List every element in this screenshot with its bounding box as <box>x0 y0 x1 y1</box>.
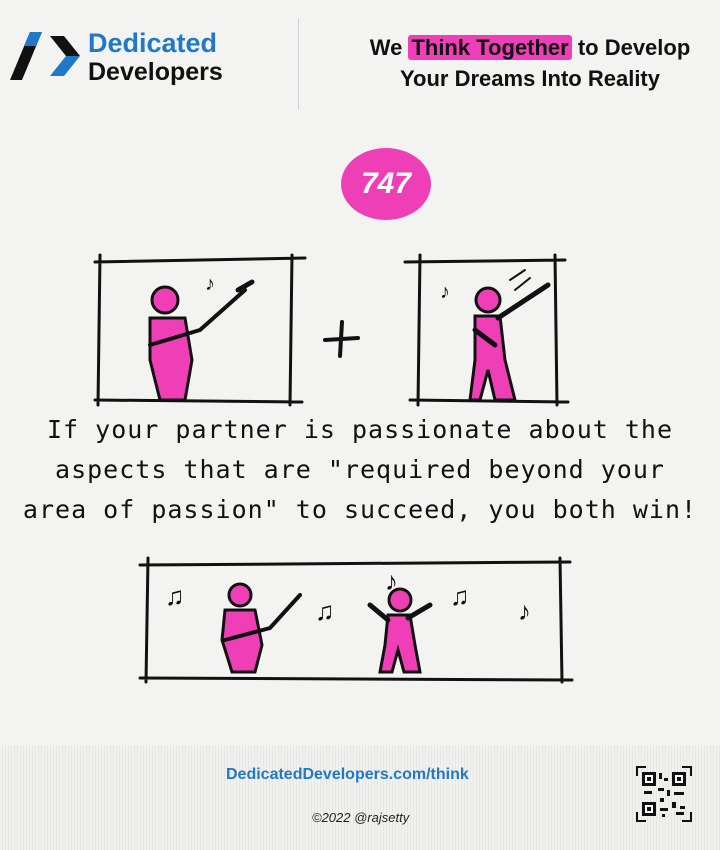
qr-code-icon[interactable] <box>636 766 692 822</box>
panel-together-frame <box>138 556 574 684</box>
dancer-figure-icon: ♪ <box>440 269 551 402</box>
quote-text: If your partner is passionate about the … <box>22 415 698 524</box>
website-link[interactable]: DedicatedDevelopers.com/think <box>226 766 469 784</box>
svg-text:♪: ♪ <box>385 566 398 596</box>
svg-text:♫: ♫ <box>450 581 470 611</box>
svg-text:♪: ♪ <box>205 273 215 295</box>
svg-text:♪: ♪ <box>440 281 450 303</box>
svg-text:♪: ♪ <box>518 596 531 626</box>
copyright-text: ©2022 @rajsetty <box>312 810 410 825</box>
plus-sign-icon <box>323 320 360 358</box>
svg-text:♫: ♫ <box>315 596 335 626</box>
duo-figures-icon: ♫ ♫ ♪ ♫ ♪ <box>165 566 531 674</box>
guitarist-figure-icon: ♪ <box>148 273 255 402</box>
svg-text:♫: ♫ <box>165 581 185 611</box>
